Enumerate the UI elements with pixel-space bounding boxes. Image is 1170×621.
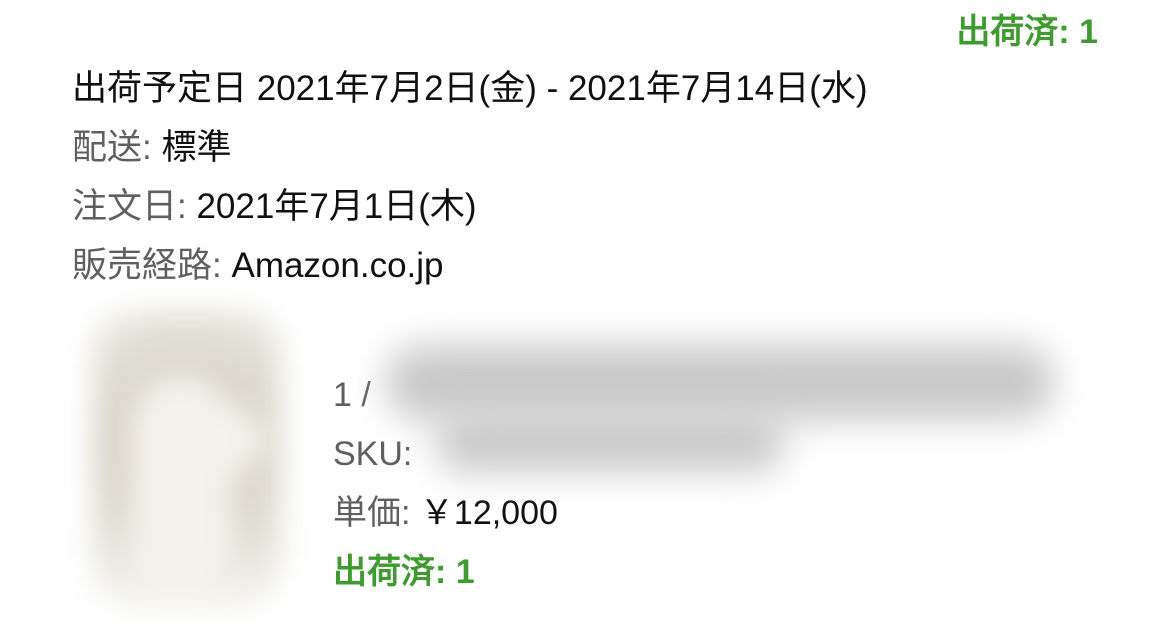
item-price-value: ￥12,000 [419,494,558,532]
order-date-row: 注文日: 2021年7月1日(木) [72,182,1112,241]
item-sku-label: SKU: [333,435,413,473]
sku-value-redacted [435,412,785,472]
product-title-redacted [385,345,1055,420]
shipping-method-row: 配送: 標準 [72,123,1112,182]
order-date-value: 2021年7月1日(木) [196,187,477,226]
shipping-method-value: 標準 [161,128,232,167]
product-thumbnail-redacted [52,280,302,621]
shipping-method-label: 配送: [72,128,152,167]
thumbnail-product-knob [192,405,262,475]
ship-date-value: 2021年7月2日(金) - 2021年7月14日(水) [256,69,868,108]
ship-date-label: 出荷予定日 [72,69,248,108]
order-date-label: 注文日: [72,187,187,226]
ship-date-row: 出荷予定日 2021年7月2日(金) - 2021年7月14日(水) [72,64,1112,123]
item-price-row: 単価: ￥12,000 [333,488,1093,547]
item-shipment-status: 出荷済: 1 [333,553,475,591]
shipment-status-summary: 出荷済: 1 [956,13,1098,51]
item-quantity-prefix: 1 / [333,376,371,414]
item-price-label: 単価: [333,494,411,532]
order-info: 出荷予定日 2021年7月2日(金) - 2021年7月14日(水) 配送: 標… [72,64,1112,300]
